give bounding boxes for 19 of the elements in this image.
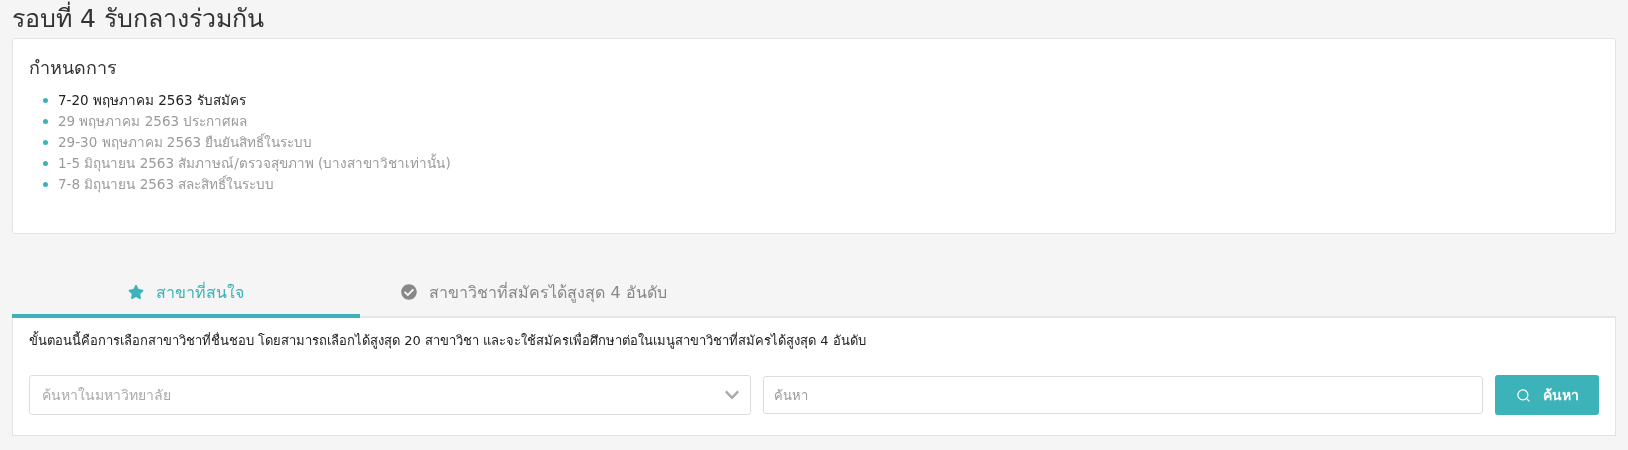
schedule-item: 29-30 พฤษภาคม 2563 ยืนยันสิทธิ์ในระบบ bbox=[58, 132, 313, 152]
star-icon bbox=[128, 284, 144, 300]
page-title: รอบที่ 4 รับกลางร่วมกัน bbox=[12, 0, 1616, 38]
bullet-icon bbox=[43, 119, 48, 124]
schedule-item: 7-8 มิถุนายน 2563 สละสิทธิ์ในระบบ bbox=[58, 174, 275, 195]
university-select[interactable]: ค้นหาในมหาวิทยาลัย bbox=[29, 375, 751, 415]
search-icon bbox=[1515, 387, 1531, 403]
schedule-item: 1-5 มิถุนายน 2563 สัมภาษณ์/ตรวจสุขภาพ (บางสาขาวิชาเท่านั้น) bbox=[58, 153, 451, 174]
tab[interactable]: สาขาวิชาที่สมัครได้สูงสุด 4 อันดับ bbox=[360, 270, 708, 318]
search-field[interactable]: ค้นหา bbox=[763, 376, 1483, 414]
bullet-icon bbox=[43, 161, 48, 166]
bullet-icon bbox=[43, 182, 48, 187]
bullet-icon bbox=[43, 98, 48, 103]
schedule-item: 7-20 พฤษภาคม 2563 รับสมัคร bbox=[58, 91, 246, 110]
schedule-heading: กำหนดการ bbox=[29, 56, 118, 80]
schedule-item: 29 พฤษภาคม 2563 ประกาศผล bbox=[58, 112, 248, 131]
search-button[interactable]: ค้นหา bbox=[1495, 375, 1599, 415]
description: ขั้นตอนนี้คือการเลือกสาขาวิชาที่ชื่นชอบ โดยสามารถเลือกได้สูงสุด 20 สาขาวิชา และจะใช้สมัครเพื่อศึกษาต่อในเมนูสาขาวิชาที่สมัครได้สูงสุด 4 อันดับ bbox=[29, 330, 867, 351]
bullet-icon bbox=[43, 140, 48, 145]
